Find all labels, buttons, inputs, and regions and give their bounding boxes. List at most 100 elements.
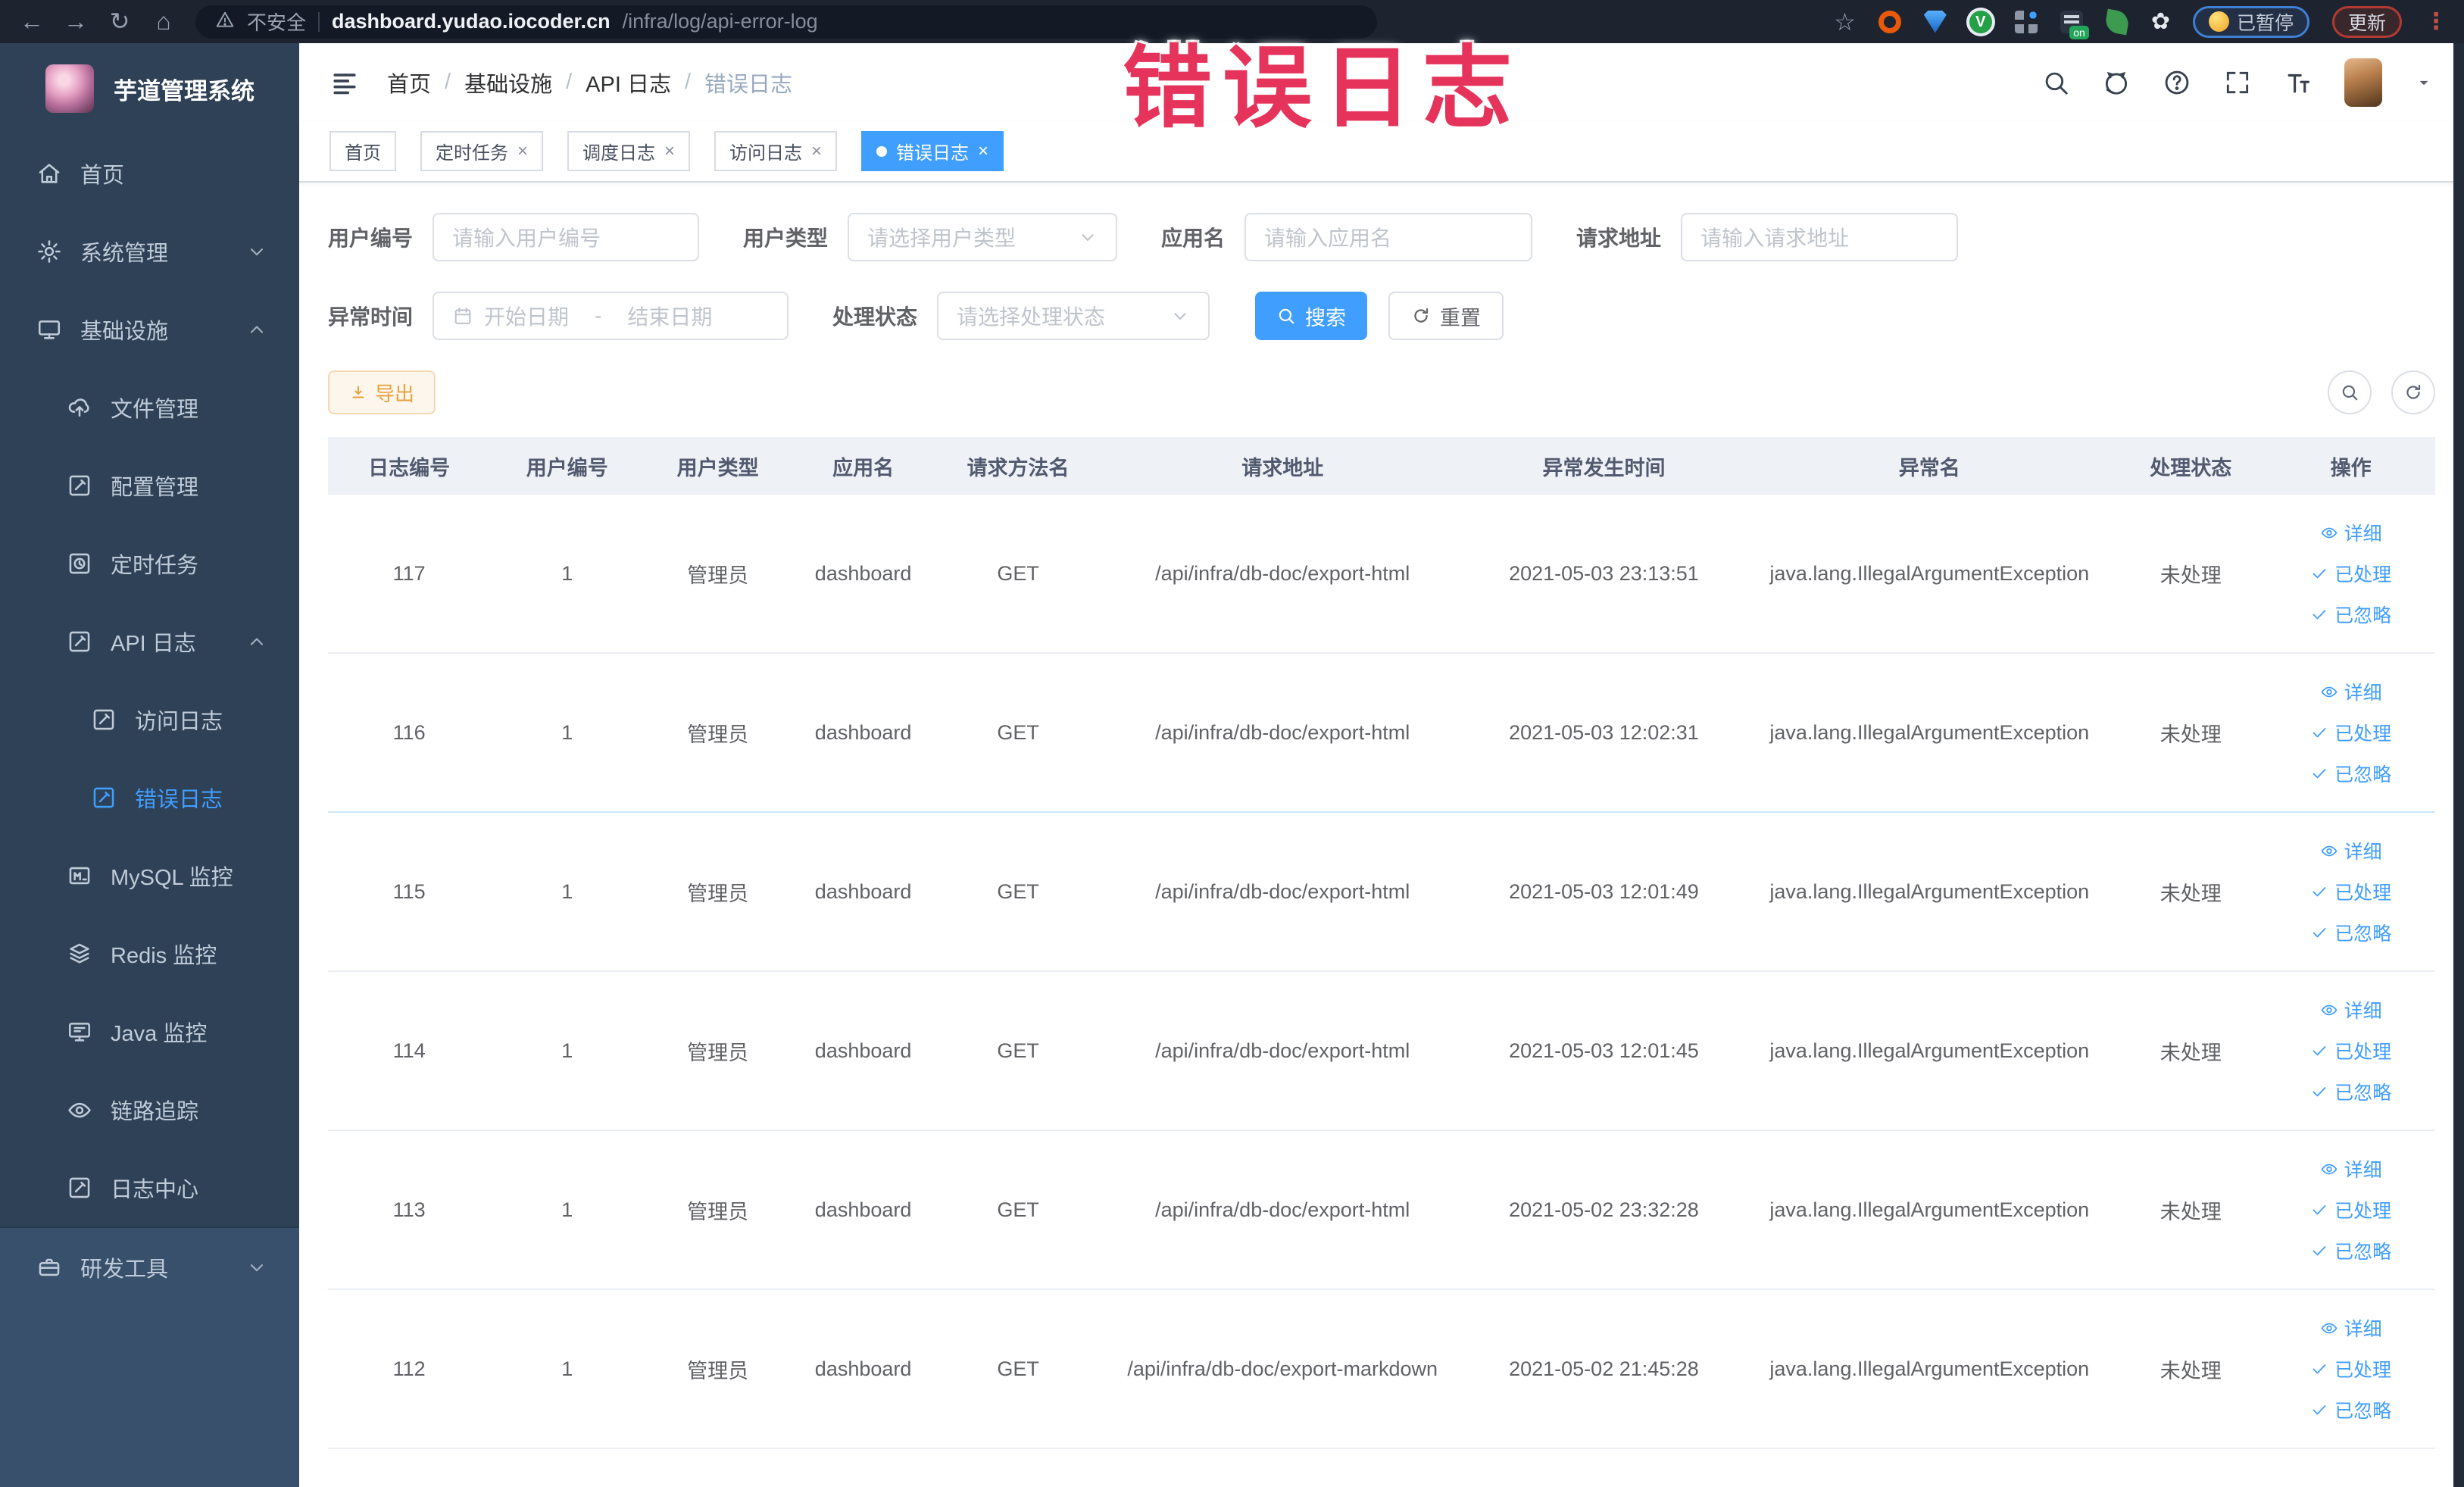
page-scrollbar[interactable] xyxy=(2453,43,2464,1487)
ignored-link[interactable]: 已忽略 xyxy=(2310,601,2391,628)
browser-home-button[interactable]: ⌂ xyxy=(144,0,183,43)
processed-link[interactable]: 已处理 xyxy=(2310,1355,2391,1382)
update-badge[interactable]: 更新 xyxy=(2331,5,2402,38)
sidebar-item-file-mgmt[interactable]: 文件管理 xyxy=(0,368,299,446)
ignored-link[interactable]: 已忽略 xyxy=(2310,760,2391,787)
sidebar-item-config-mgmt[interactable]: 配置管理 xyxy=(0,446,299,524)
help-icon[interactable] xyxy=(2163,68,2191,97)
check-icon xyxy=(2310,605,2328,623)
user-menu-caret-icon[interactable] xyxy=(2414,73,2434,92)
processed-link[interactable]: 已处理 xyxy=(2310,1037,2391,1064)
sidebar-item-api-log[interactable]: API 日志 xyxy=(0,602,299,680)
processed-link[interactable]: 已处理 xyxy=(2310,1196,2391,1223)
action-label: 已处理 xyxy=(2334,1042,2392,1063)
extension-switch-icon[interactable]: on xyxy=(2060,10,2089,39)
close-tab-icon[interactable]: × xyxy=(664,142,675,161)
tab-定时任务[interactable]: 定时任务 × xyxy=(420,131,544,171)
browser-back-button[interactable]: ← xyxy=(12,0,52,43)
hamburger-icon[interactable] xyxy=(329,70,360,95)
breadcrumb-separator: / xyxy=(566,70,573,94)
sidebar-item-mysql-monitor[interactable]: MySQL 监控 xyxy=(0,836,299,914)
sidebar-item-log-center[interactable]: 日志中心 xyxy=(0,1148,299,1226)
cell-actions: 详细 已处理 已忽略 xyxy=(2266,678,2435,787)
fullscreen-icon[interactable] xyxy=(2223,68,2252,97)
sidebar-item-redis-monitor[interactable]: Redis 监控 xyxy=(0,914,299,992)
processed-link[interactable]: 已处理 xyxy=(2310,560,2391,587)
user-id-input[interactable]: 请输入用户编号 xyxy=(433,213,700,261)
user-type-select[interactable]: 请选择用户类型 xyxy=(848,213,1118,261)
redis-icon xyxy=(67,941,92,967)
processed-link[interactable]: 已处理 xyxy=(2310,719,2391,746)
tab-访问日志[interactable]: 访问日志 × xyxy=(714,131,838,171)
detail-link[interactable]: 详细 xyxy=(2320,519,2382,546)
paused-badge[interactable]: 已暂停 xyxy=(2192,5,2309,38)
sidebar-item-scheduled-job[interactable]: 定时任务 xyxy=(0,524,299,602)
font-size-icon[interactable] xyxy=(2284,68,2313,97)
request-url-input[interactable]: 请输入请求地址 xyxy=(1681,213,1959,261)
detail-link[interactable]: 详细 xyxy=(2320,678,2382,705)
close-tab-icon[interactable]: × xyxy=(517,142,528,161)
tab-首页[interactable]: 首页 xyxy=(329,131,396,171)
sidebar-item-java-monitor[interactable]: Java 监控 xyxy=(0,992,299,1070)
export-button[interactable]: 导出 xyxy=(328,370,436,414)
reset-button[interactable]: 重置 xyxy=(1388,292,1504,340)
sidebar-item-trace[interactable]: 链路追踪 xyxy=(0,1070,299,1148)
app-name-label: 应用名 xyxy=(1161,226,1226,250)
extension-shield-icon[interactable] xyxy=(1923,10,1947,33)
browser-forward-button[interactable]: → xyxy=(56,0,95,43)
user-avatar[interactable] xyxy=(2344,58,2382,107)
gear-icon xyxy=(36,239,62,264)
page-content: 用户编号 请输入用户编号 用户类型 请选择用户类型 应用名 请输入应用名 请求地… xyxy=(299,183,2464,1487)
ignored-link[interactable]: 已忽略 xyxy=(2310,1396,2391,1423)
sidebar-logo[interactable]: 芋道管理系统 xyxy=(0,43,299,134)
sidebar-item-label: 访问日志 xyxy=(135,709,223,734)
detail-link[interactable]: 详细 xyxy=(2320,996,2382,1023)
extension-v-icon[interactable]: V xyxy=(1969,10,1992,33)
breadcrumb-item-0[interactable]: 首页 xyxy=(387,67,431,98)
sidebar-item-home[interactable]: 首页 xyxy=(0,134,299,212)
action-label: 已忽略 xyxy=(2334,1401,2392,1422)
cell-exception: java.lang.IllegalArgumentException xyxy=(1769,720,2090,744)
cell-method: GET xyxy=(997,1357,1039,1380)
detail-link[interactable]: 详细 xyxy=(2320,1155,2382,1182)
github-icon[interactable] xyxy=(2102,68,2131,97)
close-tab-icon[interactable]: × xyxy=(978,142,988,161)
table-header-2: 用户类型 xyxy=(676,456,759,480)
action-label: 已忽略 xyxy=(2334,605,2392,626)
process-status-select[interactable]: 请选择处理状态 xyxy=(937,292,1210,340)
search-icon[interactable] xyxy=(2041,68,2070,97)
sidebar-item-access-log[interactable]: 访问日志 xyxy=(0,680,299,758)
tab-label: 访问日志 xyxy=(729,143,803,164)
cell-url: /api/infra/db-doc/export-html xyxy=(1155,720,1410,744)
check-icon xyxy=(2310,764,2328,783)
browser-reload-button[interactable]: ↻ xyxy=(100,0,139,43)
toggle-search-button[interactable] xyxy=(2328,370,2372,414)
detail-link[interactable]: 详细 xyxy=(2320,1314,2382,1342)
processed-link[interactable]: 已处理 xyxy=(2310,878,2391,905)
user-type-placeholder: 请选择用户类型 xyxy=(867,226,1017,250)
refresh-table-button[interactable] xyxy=(2391,370,2435,414)
detail-link[interactable]: 详细 xyxy=(2320,837,2382,864)
extension-grid-icon[interactable] xyxy=(2014,10,2038,33)
sidebar-item-system-mgmt[interactable]: 系统管理 xyxy=(0,212,299,290)
sidebar-item-dev-tools[interactable]: 研发工具 xyxy=(0,1228,299,1306)
ignored-link[interactable]: 已忽略 xyxy=(2310,1237,2391,1264)
tab-错误日志[interactable]: 错误日志 × xyxy=(861,131,1004,171)
ignored-link[interactable]: 已忽略 xyxy=(2310,919,2391,946)
bookmark-star-icon[interactable]: ☆ xyxy=(1834,8,1856,36)
extension-orange-icon[interactable] xyxy=(1878,10,1901,33)
cell-time: 2021-05-03 12:02:31 xyxy=(1509,720,1699,744)
exception-time-range-picker[interactable]: 开始日期 - 结束日期 xyxy=(433,292,789,340)
extension-puzzle-icon[interactable]: ✿ xyxy=(2151,8,2170,35)
browser-menu-icon[interactable]: ⋮ xyxy=(2425,8,2447,35)
sidebar-item-label: 研发工具 xyxy=(80,1257,169,1282)
tab-调度日志[interactable]: 调度日志 × xyxy=(567,131,691,171)
app-name-input[interactable]: 请输入应用名 xyxy=(1244,213,1533,261)
ignored-link[interactable]: 已忽略 xyxy=(2310,1078,2391,1105)
search-button[interactable]: 搜索 xyxy=(1255,292,1368,340)
cell-exception: java.lang.IllegalArgumentException xyxy=(1769,1198,2090,1221)
extension-leaf-icon[interactable] xyxy=(2103,8,2131,35)
sidebar-item-infra[interactable]: 基础设施 xyxy=(0,290,299,368)
sidebar-item-error-log[interactable]: 错误日志 xyxy=(0,758,299,836)
close-tab-icon[interactable]: × xyxy=(811,142,822,161)
